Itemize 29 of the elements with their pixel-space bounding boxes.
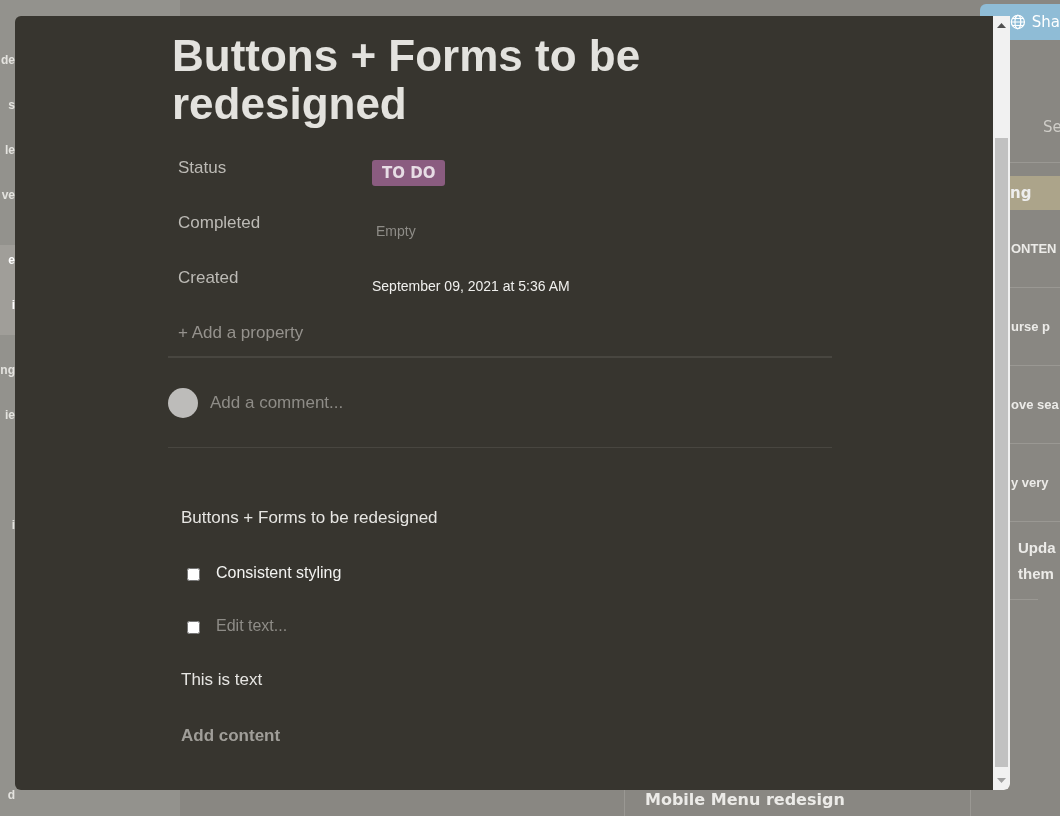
property-value[interactable]: September 09, 2021 at 5:36 AM [372, 270, 570, 294]
sidebar-item[interactable]: ie [0, 400, 15, 445]
text-block[interactable]: Buttons + Forms to be redesigned [168, 508, 832, 564]
sidebar-item[interactable]: ve [0, 180, 15, 225]
checkbox[interactable] [187, 621, 200, 634]
property-name[interactable]: Status [168, 158, 372, 213]
globe-icon [1010, 13, 1026, 31]
todo-field[interactable]: Edit text... [216, 617, 516, 635]
add-property-button[interactable]: + Add a property [168, 323, 832, 358]
status-tag[interactable]: TO DO [372, 160, 446, 186]
sidebar-item[interactable]: e [0, 245, 15, 290]
property-value[interactable]: Empty [372, 215, 420, 247]
sidebar-item[interactable]: ng [0, 355, 15, 400]
page-title: Buttons + Forms to be redesigned [172, 32, 642, 128]
add-content-button[interactable]: Add content [168, 726, 832, 746]
sidebar-item[interactable]: s [0, 90, 15, 135]
todo-text[interactable]: Consistent styling [216, 564, 342, 582]
property-name[interactable]: Created [168, 268, 372, 323]
property-name[interactable]: Completed [168, 213, 372, 268]
sidebar-item[interactable]: le [0, 135, 15, 180]
checkbox[interactable] [187, 568, 200, 581]
comment-field[interactable]: Add a comment... [208, 391, 612, 414]
scrollbar[interactable] [993, 16, 1010, 790]
text-block[interactable]: This is text [168, 670, 832, 726]
sidebar-item[interactable]: i [0, 290, 15, 335]
sidebar-item[interactable]: i [0, 510, 15, 555]
sidebar-item[interactable]: de [0, 45, 15, 90]
avatar-icon [168, 387, 198, 418]
sidebar-item[interactable]: d [0, 780, 15, 816]
